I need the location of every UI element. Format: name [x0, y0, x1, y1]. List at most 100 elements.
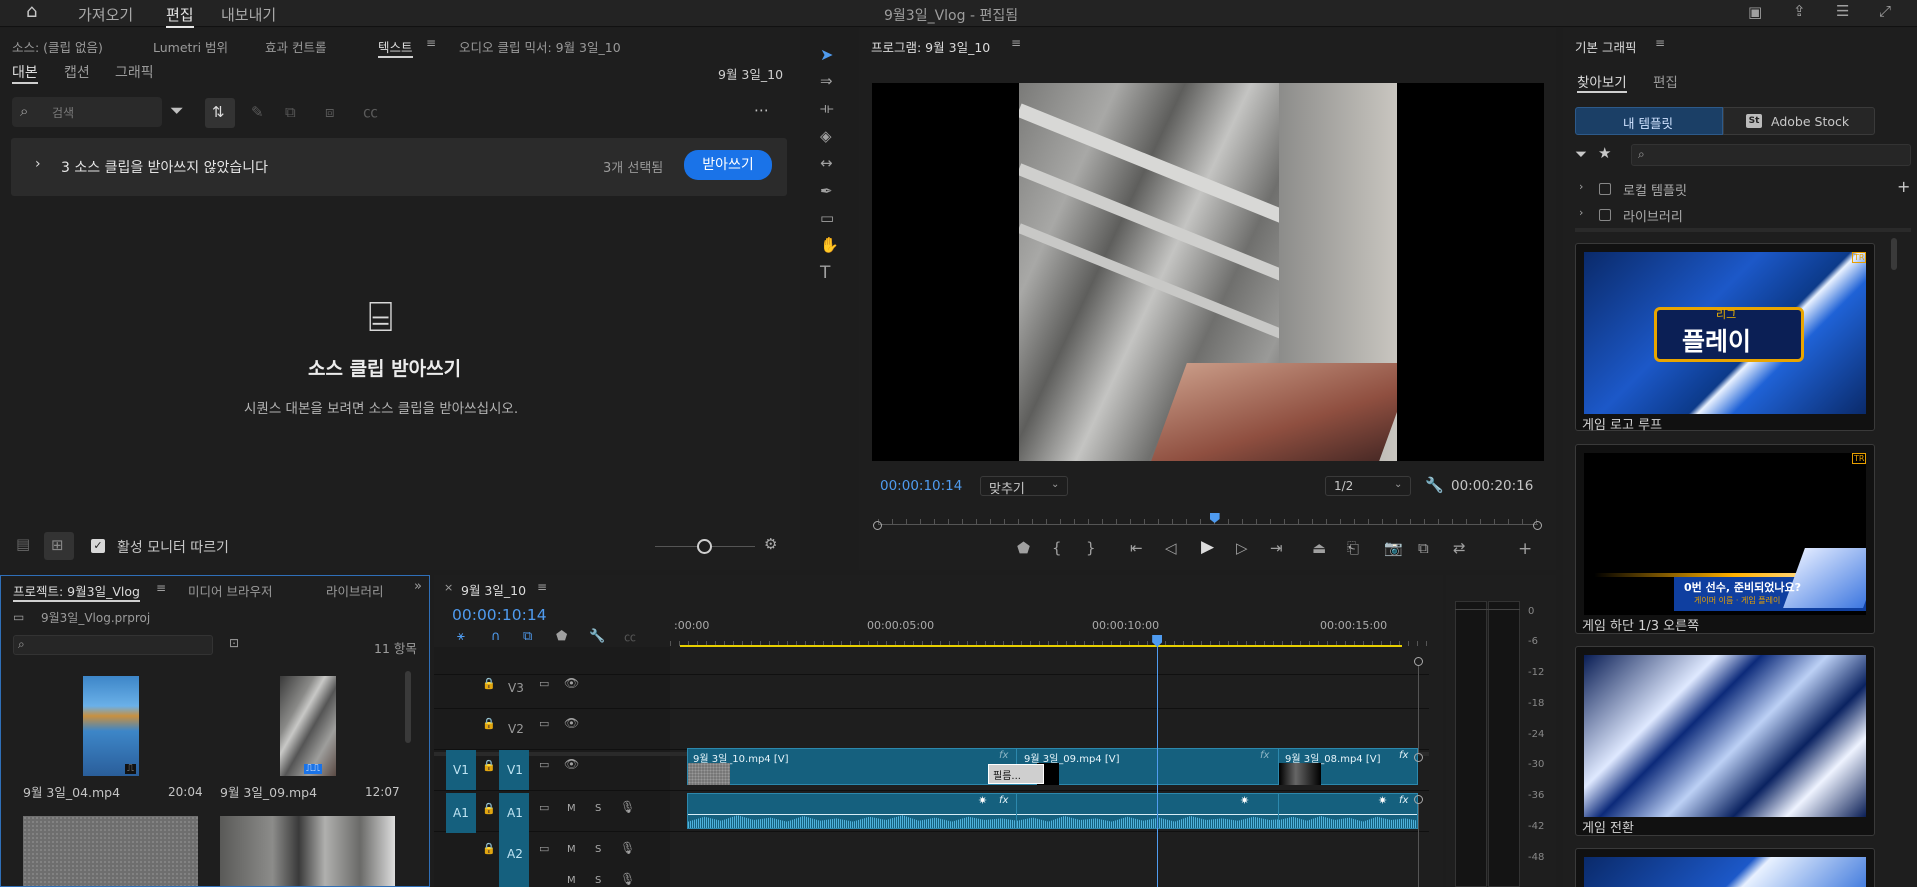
workspaces-menu-icon[interactable]: ☰ — [1836, 4, 1849, 19]
zoom-handle[interactable] — [1414, 657, 1423, 666]
hand-tool-icon[interactable]: ✋ — [820, 238, 839, 253]
panel-menu-icon[interactable]: ≡ — [426, 37, 436, 49]
project-item-name[interactable]: 9월 3일_09.mp4 — [220, 782, 317, 801]
filter-icon[interactable]: ⏷ — [1575, 147, 1587, 162]
list-view-icon[interactable]: ▤ — [16, 537, 30, 552]
program-menu-icon[interactable]: ≡ — [1011, 37, 1021, 49]
project-search-input[interactable]: ⌕ — [13, 635, 213, 655]
mute-button[interactable]: M — [567, 875, 576, 886]
track-label-v1[interactable]: V1 — [507, 763, 523, 777]
chevron-right-icon[interactable]: › — [1579, 207, 1583, 218]
graphics-search-input[interactable]: ⌕ — [1631, 144, 1911, 166]
find-icon[interactable]: ⊡ — [229, 637, 239, 649]
filter-icon[interactable]: ⏷ — [170, 103, 184, 120]
toggle-sync-lock-icon[interactable]: ▭ — [539, 759, 549, 770]
toggle-sync-lock-icon[interactable]: ▭ — [539, 678, 549, 689]
eye-icon[interactable]: 👁 — [564, 758, 579, 770]
share-icon[interactable]: ⇪ — [1793, 4, 1806, 19]
eye-icon[interactable]: 👁 — [564, 677, 579, 689]
add-folder-icon[interactable]: + — [1897, 179, 1910, 195]
fit-dropdown[interactable]: 맞추기 ⌄ — [980, 476, 1068, 497]
workspace-import[interactable]: 가져오기 — [78, 4, 133, 25]
scrub-start-handle[interactable] — [873, 521, 882, 530]
add-marker-icon[interactable]: ⬟ — [1017, 541, 1030, 556]
subtab-graphics[interactable]: 그래픽 — [115, 62, 154, 82]
quick-export-icon[interactable]: ▣ — [1748, 5, 1762, 20]
zoom-handle[interactable] — [1414, 753, 1423, 762]
workspace-export[interactable]: 내보내기 — [221, 4, 276, 25]
tab-source[interactable]: 소스: (클립 없음) — [12, 37, 103, 56]
search-box[interactable]: ⌕ 검색 — [12, 97, 162, 127]
nest-icon[interactable]: ⚹ — [457, 630, 465, 643]
solo-button[interactable]: S — [595, 844, 601, 855]
time-ruler[interactable] — [670, 625, 1430, 647]
microphone-icon[interactable]: 🎙 — [620, 801, 635, 813]
transcribe-button[interactable]: 받아쓰기 — [684, 150, 772, 180]
template-card[interactable]: 게임 전환 — [1575, 646, 1875, 836]
tab-project[interactable]: 프로젝트: 9월3일_Vlog — [13, 581, 140, 602]
timeline-timecode[interactable]: 00:00:10:14 — [452, 606, 547, 624]
track-label-a1[interactable]: A1 — [507, 806, 523, 820]
eye-icon[interactable]: 👁 — [564, 717, 579, 729]
template-card[interactable] — [1575, 848, 1875, 887]
wrench-icon[interactable]: 🔧 — [589, 630, 605, 643]
razor-tool-icon[interactable]: ◈ — [820, 129, 832, 144]
marker-icon[interactable]: ⬟ — [556, 630, 567, 643]
tab-edit[interactable]: 편집 — [1653, 71, 1678, 91]
project-menu-icon[interactable]: ≡ — [156, 582, 166, 594]
toggle-sync-lock-icon[interactable]: ▭ — [539, 802, 549, 813]
go-to-in-icon[interactable]: ⇤ — [1130, 541, 1143, 556]
timeline-clip[interactable]: 9월 3일_10.mp4 [V] fx — [687, 748, 1017, 785]
selection-tool-icon[interactable]: ➤ — [820, 47, 833, 63]
project-scrollbar[interactable] — [405, 671, 411, 743]
audio-clip[interactable]: ✷ — [1016, 793, 1279, 829]
captions-icon[interactable]: ㏄ — [363, 105, 378, 120]
local-templates-checkbox[interactable] — [1599, 183, 1611, 195]
proxy-toggle-icon[interactable]: ⇄ — [1453, 541, 1466, 556]
home-icon[interactable]: ⌂ — [26, 3, 37, 21]
keyframe-icon[interactable]: ✷ — [978, 795, 987, 806]
play-icon[interactable]: ▶ — [1201, 539, 1214, 556]
fullscreen-icon[interactable]: ⤢ — [1879, 4, 1891, 19]
type-tool-icon[interactable]: T — [820, 265, 830, 282]
extract-icon[interactable]: ⎗ — [1347, 541, 1359, 556]
microphone-icon[interactable]: 🎙 — [620, 873, 635, 885]
merge-segment-icon[interactable]: ⧈ — [325, 105, 335, 120]
more-tabs-icon[interactable]: » — [414, 580, 422, 593]
toggle-sync-lock-icon[interactable]: ▭ — [539, 718, 549, 729]
timeline-clip[interactable]: 9월 3일_08.mp4 [V] fx — [1278, 748, 1418, 785]
tab-audio-clip-mixer[interactable]: 오디오 클립 믹서: 9월 3일_10 — [459, 37, 621, 56]
tab-browse[interactable]: 찾아보기 — [1577, 71, 1627, 93]
project-item-name[interactable]: 9월 3일_04.mp4 — [23, 782, 120, 801]
folder-local-templates[interactable]: 로컬 템플릿 — [1623, 180, 1687, 199]
lift-icon[interactable]: ⏏ — [1312, 541, 1326, 556]
slip-tool-icon[interactable]: ↔ — [820, 156, 833, 171]
work-area-bar[interactable] — [680, 645, 1402, 647]
timeline-clip[interactable]: 9월 3일_09.mp4 [V] fx — [1016, 748, 1279, 785]
audio-clip[interactable]: ✷ fx — [1278, 793, 1418, 829]
tab-adobe-stock[interactable]: St Adobe Stock — [1723, 107, 1875, 135]
rectangle-tool-icon[interactable]: ▭ — [820, 211, 834, 226]
libraries-checkbox[interactable] — [1599, 209, 1611, 221]
mute-button[interactable]: M — [567, 803, 576, 814]
subtab-transcript[interactable]: 대본 — [12, 62, 38, 84]
project-item-thumbnail[interactable] — [23, 816, 198, 886]
chevron-right-icon[interactable]: › — [35, 157, 41, 171]
microphone-icon[interactable]: 🎙 — [620, 842, 635, 854]
template-card[interactable]: 0번 선수, 준비되었나요? 게이머 이름 · 게임 플레이 TR 게임 하단 … — [1575, 444, 1875, 634]
mute-button[interactable]: M — [567, 844, 576, 855]
project-item-thumbnail[interactable] — [280, 676, 336, 776]
resolution-dropdown[interactable]: 1/2 ⌄ — [1325, 476, 1411, 496]
project-item-thumbnail[interactable] — [83, 676, 139, 776]
lock-icon[interactable]: 🔒 — [482, 718, 496, 729]
subtab-captions[interactable]: 캡션 — [64, 62, 90, 82]
zoom-slider-thumb[interactable] — [697, 539, 712, 554]
split-segment-icon[interactable]: ⧉ — [285, 105, 296, 120]
graphics-menu-icon[interactable]: ≡ — [1655, 37, 1665, 49]
project-item-thumbnail[interactable] — [220, 816, 395, 886]
captions-icon[interactable]: ㏄ — [624, 631, 636, 643]
track-label-v2[interactable]: V2 — [508, 722, 524, 736]
zoom-handle[interactable] — [1414, 795, 1423, 804]
keyframe-icon[interactable]: ✷ — [1378, 795, 1387, 806]
lock-icon[interactable]: 🔒 — [482, 760, 496, 771]
